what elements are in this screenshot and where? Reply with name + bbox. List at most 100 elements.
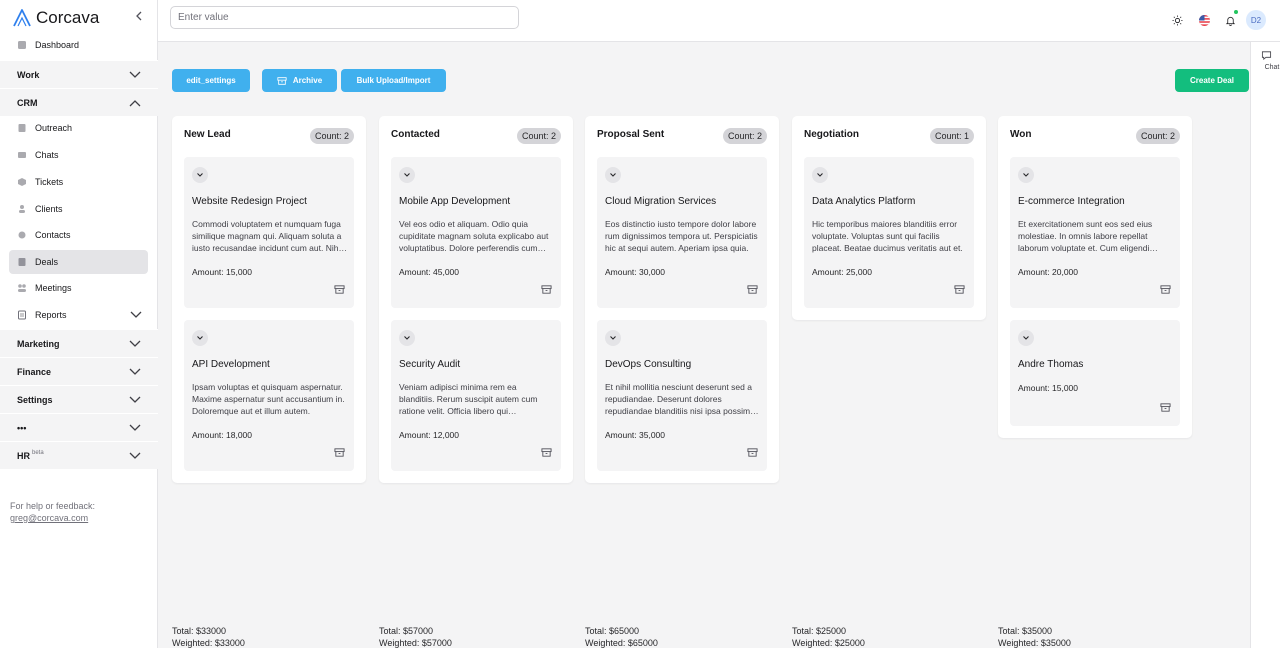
- contacts-icon: [17, 230, 27, 240]
- deal-amount: Amount: 18,000: [192, 430, 253, 440]
- column-total: Total: $65000: [585, 626, 640, 636]
- sidebar-group-label: HR: [17, 450, 30, 461]
- deal-title: Website Redesign Project: [192, 196, 307, 207]
- clients-icon: [17, 204, 27, 214]
- column-total: Total: $33000: [172, 626, 227, 636]
- notifications-bell-icon[interactable]: [1220, 10, 1240, 30]
- archive-icon[interactable]: [954, 284, 966, 296]
- search-input[interactable]: [170, 6, 519, 29]
- sidebar-group-more[interactable]: •••: [0, 413, 158, 441]
- column-weighted-total: Weighted: $65000: [585, 638, 658, 648]
- deal-amount: Amount: 25,000: [812, 267, 873, 277]
- us-flag-language-icon[interactable]: [1194, 10, 1214, 30]
- deal-card[interactable]: E-commerce Integration Et exercitationem …: [1010, 157, 1180, 308]
- sidebar-item-tickets[interactable]: Tickets: [9, 170, 148, 194]
- outreach-icon: [17, 123, 27, 133]
- sidebar-item-contacts[interactable]: Contacts: [9, 223, 148, 247]
- sidebar-group-label: Work: [17, 69, 40, 80]
- archive-icon[interactable]: [334, 284, 346, 296]
- archive-icon[interactable]: [541, 447, 553, 459]
- create-deal-button[interactable]: Create Deal: [1175, 69, 1249, 92]
- archive-icon[interactable]: [334, 447, 346, 459]
- deal-title: Andre Thomas: [1018, 359, 1084, 370]
- sidebar-group-finance[interactable]: Finance: [0, 357, 158, 385]
- column-weighted-total: Weighted: $57000: [379, 638, 452, 648]
- chevron-down-icon[interactable]: [605, 330, 621, 346]
- archive-icon[interactable]: [747, 447, 759, 459]
- deal-amount: Amount: 12,000: [399, 430, 460, 440]
- archive-icon[interactable]: [541, 284, 553, 296]
- board-column: Contacted Count: 2 Mobile App Development V…: [379, 116, 573, 483]
- sidebar-group-label: CRM: [17, 97, 38, 108]
- chevron-down-icon[interactable]: [1018, 330, 1034, 346]
- brand-name: Corcava: [36, 8, 100, 27]
- deal-card[interactable]: Andre Thomas Amount: 15,000: [1010, 320, 1180, 426]
- sidebar-group-hr[interactable]: HR beta: [0, 441, 158, 469]
- deal-card[interactable]: Security Audit Veniam adipisci minima rem…: [391, 320, 561, 471]
- chevron-down-icon: [130, 310, 142, 320]
- sidebar-group-settings[interactable]: Settings: [0, 385, 158, 413]
- chevron-down-icon[interactable]: [192, 167, 208, 183]
- deal-card[interactable]: DevOps Consulting Et nihil mollitia nesci…: [597, 320, 767, 471]
- column-total: Total: $35000: [998, 626, 1053, 636]
- board-column: Won Count: 2 E-commerce Integration Et exer…: [998, 116, 1192, 438]
- deal-description: Vel eos odio et aliquam. Odio quia cupid…: [399, 219, 549, 253]
- sidebar-group-label: Marketing: [17, 338, 60, 349]
- archive-icon[interactable]: [1160, 284, 1172, 296]
- column-totals: Total: $65000 Weighted: $65000: [585, 625, 658, 648]
- chevron-down-icon[interactable]: [399, 330, 415, 346]
- sidebar-item-chats[interactable]: Chats: [9, 143, 148, 167]
- sidebar-item-label: Deals: [35, 257, 59, 267]
- column-count-badge: Count: 2: [516, 128, 561, 144]
- archive-button[interactable]: Archive: [262, 69, 337, 92]
- chat-bubble-icon: [1261, 51, 1271, 61]
- column-total: Total: $25000: [792, 626, 847, 636]
- sidebar-group-work[interactable]: Work: [0, 60, 158, 88]
- chevron-down-icon[interactable]: [605, 167, 621, 183]
- column-title: Proposal Sent: [597, 129, 665, 140]
- sidebar-group-crm[interactable]: CRM: [0, 88, 158, 116]
- deal-description: Commodi voluptatem et numquam fuga simil…: [192, 219, 343, 253]
- chevron-down-icon[interactable]: [1018, 167, 1034, 183]
- column-totals: Total: $25000 Weighted: $25000: [792, 625, 865, 648]
- chevron-down-icon[interactable]: [192, 330, 208, 346]
- column-title: Won: [1010, 129, 1032, 140]
- deal-card[interactable]: Data Analytics Platform Hic temporibus ma…: [804, 157, 974, 308]
- sidebar-item-dashboard[interactable]: Dashboard: [9, 33, 148, 57]
- deal-card[interactable]: API Development Ipsam voluptas et quisqua…: [184, 320, 354, 471]
- sidebar-item-clients[interactable]: Clients: [9, 197, 148, 221]
- help-email-link[interactable]: greg@corcava.com: [10, 513, 88, 523]
- deal-card[interactable]: Mobile App Development Vel eos odio et al…: [391, 157, 561, 308]
- sidebar-item-outreach[interactable]: Outreach: [9, 116, 148, 140]
- bulk-upload-button[interactable]: Bulk Upload/Import: [341, 69, 446, 92]
- archive-icon[interactable]: [1160, 402, 1172, 414]
- sidebar-item-label: Clients: [35, 204, 63, 214]
- deal-description: Et exercitationem sunt eos sed eius mole…: [1018, 219, 1153, 253]
- deal-amount: Amount: 30,000: [605, 267, 666, 277]
- sidebar-group-label: Settings: [17, 394, 53, 405]
- brand[interactable]: Corcava: [12, 7, 99, 29]
- deal-description: Eos distinctio iusto tempore dolor labor…: [605, 219, 758, 253]
- sidebar-item-reports[interactable]: Reports: [9, 303, 148, 327]
- chat-button[interactable]: Chat: [1251, 50, 1280, 80]
- sidebar-group-marketing[interactable]: Marketing: [0, 329, 158, 357]
- deal-amount: Amount: 35,000: [605, 430, 666, 440]
- archive-icon[interactable]: [747, 284, 759, 296]
- edit-settings-button[interactable]: edit_settings: [172, 69, 250, 92]
- deal-card[interactable]: Website Redesign Project Commodi voluptat…: [184, 157, 354, 308]
- column-weighted-total: Weighted: $33000: [172, 638, 245, 648]
- chevron-down-icon[interactable]: [399, 167, 415, 183]
- user-avatar[interactable]: D2: [1246, 10, 1266, 30]
- deal-card[interactable]: Cloud Migration Services Eos distinctio i…: [597, 157, 767, 308]
- deal-description: Et nihil mollitia nesciunt deserunt sed …: [605, 382, 760, 416]
- chevron-down-icon[interactable]: [812, 167, 828, 183]
- column-title: Negotiation: [804, 129, 859, 140]
- corcava-logo-icon: [13, 9, 31, 27]
- chevron-up-icon: [129, 98, 141, 108]
- theme-toggle-sun-icon[interactable]: [1167, 10, 1187, 30]
- collapse-sidebar-icon[interactable]: [132, 9, 146, 23]
- column-total: Total: $57000: [379, 626, 434, 636]
- sidebar-item-deals[interactable]: Deals: [9, 250, 148, 274]
- column-count-badge: Count: 2: [1135, 128, 1180, 144]
- sidebar-item-meetings[interactable]: Meetings: [9, 276, 148, 300]
